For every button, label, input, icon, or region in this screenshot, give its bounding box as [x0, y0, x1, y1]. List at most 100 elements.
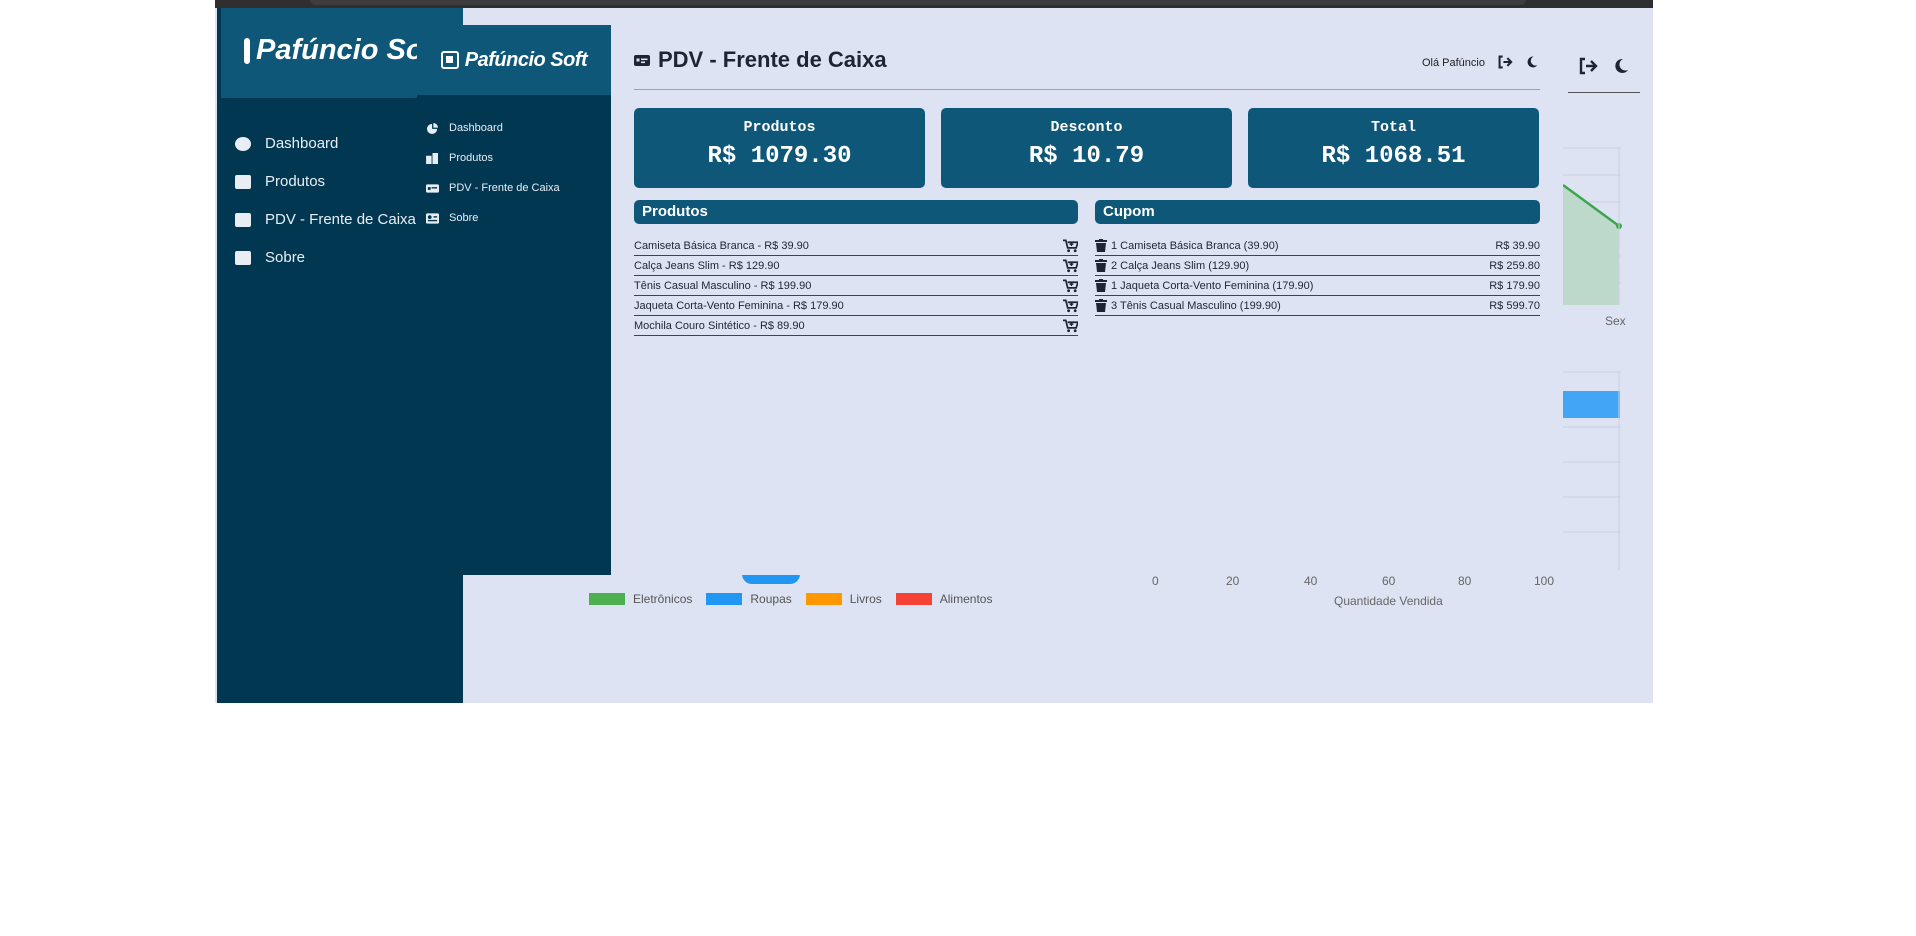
legend-label: Alimentos [939, 592, 993, 606]
sidebar-item-label: PDV - Frente de Caixa [449, 182, 560, 194]
card-label: Produtos [743, 119, 816, 136]
list-item: 1 Camiseta Básica Branca (39.90) R$ 39.90 [1095, 236, 1540, 256]
trash-icon[interactable] [1095, 259, 1107, 272]
bg-nav-sobre[interactable]: Sobre [235, 249, 305, 266]
legend-label: Roupas [750, 592, 792, 606]
sidebar-item-label: Dashboard [449, 122, 503, 134]
cupom-item-total: R$ 179.90 [1489, 279, 1540, 292]
x-tick: 20 [1226, 574, 1240, 588]
user-greeting: Olá Pafúncio [1422, 57, 1485, 69]
product-label: Jaqueta Corta-Vento Feminina - R$ 179.90 [634, 299, 844, 312]
cart-plus-icon[interactable] [1063, 279, 1078, 293]
sidebar-item-produtos[interactable]: Produtos [426, 152, 493, 164]
x-tick: 0 [1152, 574, 1159, 588]
page-title-text: PDV - Frente de Caixa [658, 47, 887, 72]
legend-swatch [589, 593, 625, 605]
bg-nav-label: PDV - Frente de Caixa [265, 211, 416, 228]
sidebar-item-sobre[interactable]: Sobre [426, 212, 478, 224]
list-item: Tênis Casual Masculino - R$ 199.90 [634, 276, 1078, 296]
card-label: Desconto [1050, 119, 1123, 136]
logout-icon[interactable] [1578, 57, 1598, 80]
logo[interactable]: Pafúncio Soft [417, 25, 611, 95]
produtos-list: Camiseta Básica Branca - R$ 39.90 Calça … [634, 236, 1078, 336]
bg-nav-label: Dashboard [265, 135, 339, 152]
chart-pie-icon [235, 136, 251, 151]
logout-icon[interactable] [1497, 55, 1513, 69]
list-item: 3 Tênis Casual Masculino (199.90) R$ 599.… [1095, 296, 1540, 316]
bg-nav-produtos[interactable]: Produtos [235, 173, 325, 190]
boxes-icon [235, 174, 251, 189]
id-card-icon [426, 212, 439, 224]
background-chart-fragment [1563, 140, 1622, 570]
x-tick: 100 [1534, 574, 1555, 588]
sidebar-item-dashboard[interactable]: Dashboard [426, 122, 503, 134]
background-logo: Pafúncio Sof [244, 34, 418, 67]
list-item: 2 Calça Jeans Slim (129.90) R$ 259.80 [1095, 256, 1540, 276]
legend-swatch [895, 593, 932, 605]
day-label: Sex [1605, 314, 1626, 328]
legend-label: Livros [849, 592, 882, 606]
cart-plus-icon[interactable] [1063, 299, 1078, 313]
logo-text: Pafúncio Soft [464, 48, 588, 71]
trash-icon[interactable] [1095, 279, 1107, 292]
cupom-item-label: 1 Jaqueta Corta-Vento Feminina (179.90) [1111, 279, 1314, 292]
legend-swatch [805, 593, 842, 605]
list-item: Mochila Couro Sintético - R$ 89.90 [634, 316, 1078, 336]
product-label: Mochila Couro Sintético - R$ 89.90 [634, 319, 805, 332]
x-tick: 80 [1458, 574, 1472, 588]
sidebar-item-label: Sobre [449, 212, 479, 224]
cash-register-icon [634, 54, 650, 66]
moon-icon[interactable] [1612, 57, 1630, 80]
product-label: Tênis Casual Masculino - R$ 199.90 [634, 279, 812, 292]
x-tick: 40 [1304, 574, 1318, 588]
cupom-list: 1 Camiseta Básica Branca (39.90) R$ 39.90… [1095, 236, 1540, 316]
cash-register-icon [235, 212, 251, 227]
x-tick: 60 [1382, 574, 1396, 588]
background-chart-legend: Eletrônicos Roupas Livros Alimentos [589, 592, 992, 606]
card-value: R$ 10.79 [1028, 143, 1145, 170]
sidebar-item-pdv[interactable]: PDV - Frente de Caixa [426, 182, 560, 194]
card-total: Total R$ 1068.51 [1248, 108, 1539, 188]
cart-plus-icon[interactable] [1063, 259, 1078, 273]
trash-icon[interactable] [1095, 299, 1107, 312]
background-logo-text: Pafúncio Sof [256, 34, 418, 66]
product-label: Calça Jeans Slim - R$ 129.90 [634, 259, 780, 272]
list-item: 1 Jaqueta Corta-Vento Feminina (179.90) R… [1095, 276, 1540, 296]
legend-swatch [706, 593, 743, 605]
bg-nav-label: Produtos [265, 173, 326, 190]
cupom-heading: Cupom [1095, 200, 1540, 224]
chip-icon [440, 51, 459, 69]
cart-plus-icon[interactable] [1063, 319, 1078, 333]
chip-icon [244, 37, 250, 64]
card-desconto: Desconto R$ 10.79 [941, 108, 1232, 188]
boxes-icon [426, 152, 438, 164]
cash-register-icon [426, 183, 439, 193]
bg-nav-pdv[interactable]: PDV - Frente de Caixa [235, 211, 416, 228]
cupom-item-label: 1 Camiseta Básica Branca (39.90) [1111, 239, 1279, 252]
bg-nav-dashboard[interactable]: Dashboard [235, 135, 338, 152]
sidebar [417, 25, 611, 575]
sidebar-item-label: Produtos [449, 152, 494, 164]
legend-label: Eletrônicos [633, 592, 693, 606]
cupom-item-label: 3 Tênis Casual Masculino (199.90) [1111, 299, 1281, 312]
produtos-heading: Produtos [634, 200, 1078, 224]
list-item: Jaqueta Corta-Vento Feminina - R$ 179.90 [634, 296, 1078, 316]
card-value: R$ 1068.51 [1321, 143, 1466, 170]
cupom-item-total: R$ 39.90 [1495, 239, 1540, 252]
trash-icon[interactable] [1095, 239, 1107, 252]
list-item: Calça Jeans Slim - R$ 129.90 [634, 256, 1078, 276]
product-label: Camiseta Básica Branca - R$ 39.90 [634, 239, 809, 252]
moon-icon[interactable] [1525, 55, 1539, 69]
cart-plus-icon[interactable] [1063, 239, 1078, 253]
bg-rule [1568, 92, 1640, 93]
id-card-icon [235, 250, 251, 265]
list-item: Camiseta Básica Branca - R$ 39.90 [634, 236, 1078, 256]
chart-pie-icon [427, 122, 438, 134]
x-axis-label: Quantidade Vendida [1334, 594, 1443, 608]
cupom-item-total: R$ 259.80 [1489, 259, 1540, 272]
card-label: Total [1370, 119, 1416, 136]
header-divider [634, 89, 1540, 90]
cupom-item-label: 2 Calça Jeans Slim (129.90) [1111, 259, 1250, 272]
background-pie-slice [742, 574, 800, 584]
card-produtos: Produtos R$ 1079.30 [634, 108, 925, 188]
